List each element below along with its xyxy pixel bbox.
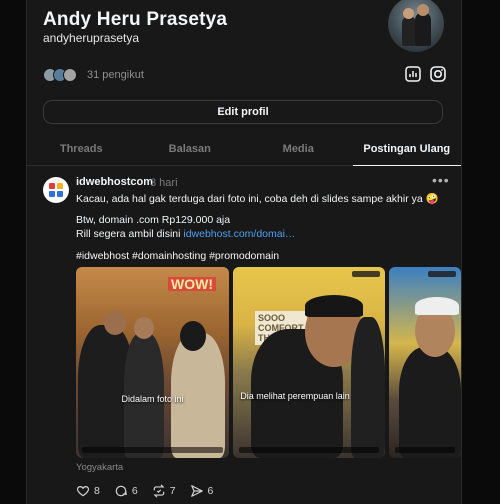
image-caption: Dia melihat perempuan lain bbox=[240, 391, 350, 401]
repost-button[interactable]: 7 bbox=[152, 484, 176, 498]
image-carousel[interactable]: WOW! Didalam foto ini SOOO COMFORT THIS … bbox=[76, 267, 461, 458]
tab-media[interactable]: Media bbox=[244, 134, 353, 165]
profile-tabs: Threads Balasan Media Postingan Ulang bbox=[27, 134, 461, 166]
post-text-line: Btw, domain .com Rp129.000 aja bbox=[76, 214, 231, 226]
post-location[interactable]: Yogyakarta bbox=[76, 462, 123, 473]
post-actions: 8 6 7 6 bbox=[76, 484, 227, 498]
tab-threads[interactable]: Threads bbox=[27, 134, 136, 165]
profile-name: Andy Heru Prasetya bbox=[43, 9, 228, 30]
like-count: 8 bbox=[94, 485, 100, 497]
profile-panel: Andy Heru Prasetya andyheruprasetya 31 p… bbox=[26, 0, 462, 504]
profile-handle: andyheruprasetya bbox=[43, 31, 140, 45]
heart-icon bbox=[76, 486, 90, 497]
post-text-line: Kacau, ada hal gak terduga dari foto ini… bbox=[76, 193, 439, 205]
followers-link[interactable]: 31 pengikut bbox=[43, 68, 144, 82]
image-sign: WOW! bbox=[168, 277, 216, 291]
image-caption: Didalam foto ini bbox=[121, 394, 184, 404]
comment-count: 6 bbox=[131, 485, 138, 497]
follower-avatar bbox=[63, 68, 77, 82]
instagram-icon[interactable] bbox=[428, 64, 448, 84]
post-text-prefix: Rill segera ambil disini bbox=[76, 228, 184, 240]
edit-profile-button[interactable]: Edit profil bbox=[43, 100, 443, 124]
comment-button[interactable]: 6 bbox=[114, 484, 138, 498]
profile-avatar[interactable] bbox=[388, 0, 444, 52]
post-timestamp: 3 hari bbox=[150, 177, 178, 189]
carousel-image[interactable]: SOOO COMFORT THIS SER Dia melihat peremp… bbox=[233, 267, 385, 458]
followers-count: 31 pengikut bbox=[87, 69, 144, 81]
post-author-name[interactable]: idwebhostcom bbox=[76, 176, 153, 188]
idwebhost-logo-icon bbox=[49, 183, 63, 197]
like-button[interactable]: 8 bbox=[76, 484, 100, 498]
tab-reposts[interactable]: Postingan Ulang bbox=[352, 134, 462, 166]
share-count: 6 bbox=[207, 485, 214, 497]
post-link[interactable]: idwebhost.com/domai… bbox=[183, 228, 295, 240]
share-icon bbox=[190, 485, 203, 497]
tab-replies[interactable]: Balasan bbox=[136, 134, 245, 165]
more-options-icon[interactable]: ••• bbox=[432, 172, 450, 188]
carousel-image[interactable] bbox=[389, 267, 461, 458]
post-author-avatar[interactable] bbox=[43, 177, 69, 203]
repost-count: 7 bbox=[169, 485, 176, 497]
insights-icon[interactable] bbox=[403, 64, 423, 84]
share-button[interactable]: 6 bbox=[190, 484, 214, 498]
repost-icon bbox=[153, 484, 165, 498]
post-text-line: Rill segera ambil disini idwebhost.com/d… bbox=[76, 228, 295, 240]
post-hashtags[interactable]: #idwebhost #domainhosting #promodomain bbox=[76, 250, 279, 262]
carousel-image[interactable]: WOW! Didalam foto ini bbox=[76, 267, 229, 458]
comment-icon bbox=[115, 485, 127, 497]
